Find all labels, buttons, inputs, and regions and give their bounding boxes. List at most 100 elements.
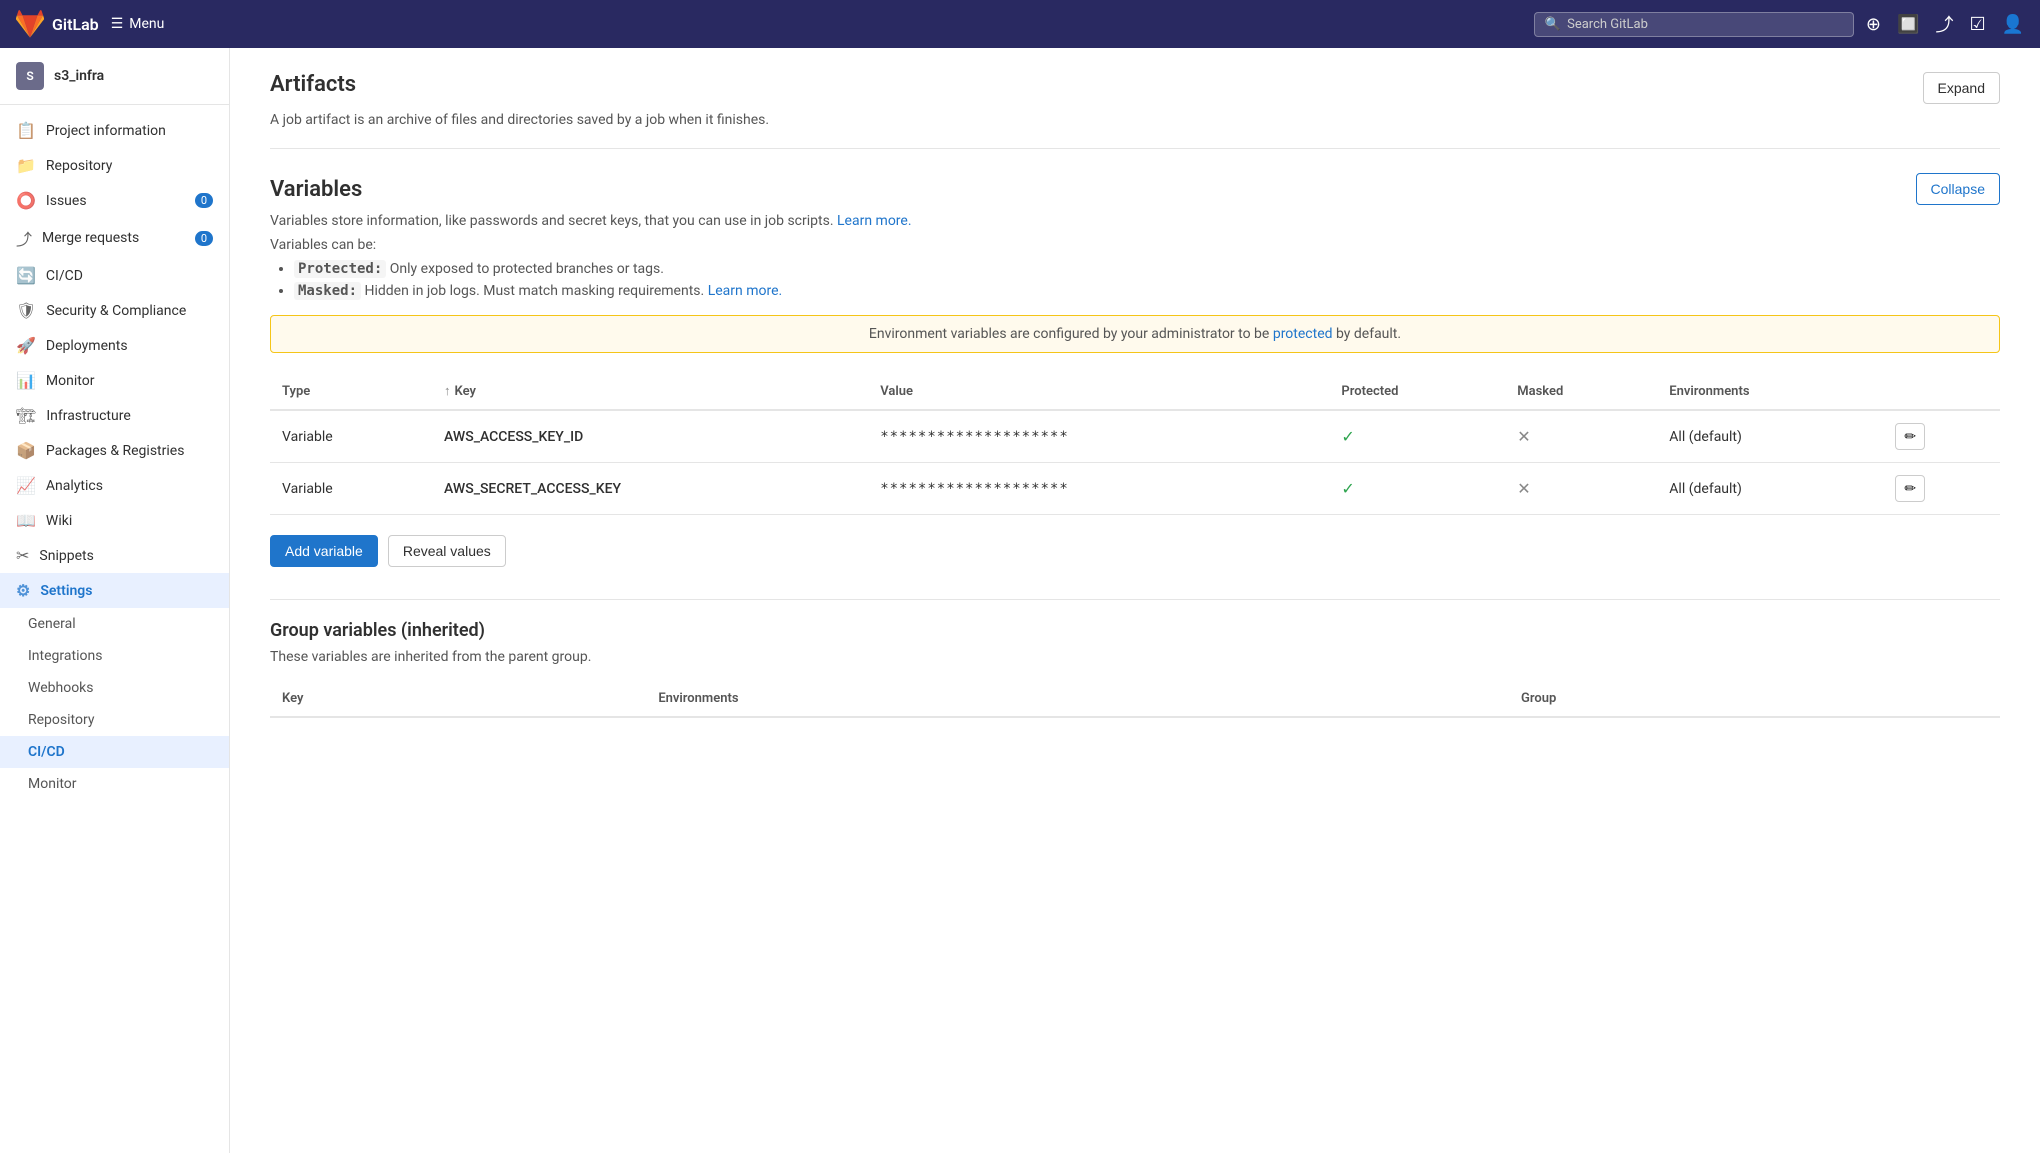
analytics-icon: 📈 bbox=[16, 476, 36, 495]
menu-button[interactable]: ☰ Menu bbox=[111, 16, 165, 32]
create-new-icon[interactable]: ⊕ bbox=[1866, 14, 1881, 35]
variables-header: Variables Collapse bbox=[270, 173, 2000, 205]
settings-icon: ⚙ bbox=[16, 581, 30, 600]
group-variables-description: These variables are inherited from the p… bbox=[270, 649, 2000, 665]
cell-type: Variable bbox=[270, 410, 432, 463]
col-key[interactable]: ↑ Key bbox=[432, 373, 868, 410]
cell-edit: ✏ bbox=[1883, 410, 2000, 463]
edit-variable-button[interactable]: ✏ bbox=[1895, 475, 1925, 502]
sidebar-item-repository[interactable]: 📁 Repository bbox=[0, 148, 229, 183]
cell-environments: All (default) bbox=[1657, 463, 1883, 515]
add-variable-button[interactable]: Add variable bbox=[270, 535, 378, 567]
cell-edit: ✏ bbox=[1883, 463, 2000, 515]
repository-icon: 📁 bbox=[16, 156, 36, 175]
variables-title: Variables bbox=[270, 177, 362, 202]
sidebar-item-security-compliance[interactable]: 🛡 Security & Compliance bbox=[0, 293, 229, 328]
issues-badge: 0 bbox=[195, 193, 213, 208]
group-col-environments: Environments bbox=[646, 681, 1509, 717]
masked-x-icon: ✕ bbox=[1517, 427, 1530, 446]
deployments-icon: 🚀 bbox=[16, 336, 36, 355]
sidebar-item-monitor-sub[interactable]: Monitor bbox=[0, 768, 229, 800]
masked-item: Masked: Hidden in job logs. Must match m… bbox=[294, 283, 2000, 299]
protected-label: Protected: bbox=[294, 260, 386, 278]
project-information-icon: 📋 bbox=[16, 121, 36, 140]
learn-more-link-2[interactable]: Learn more. bbox=[708, 283, 783, 299]
topnav-actions: ⊕ 🔲 ⤴ ☑ 👤 bbox=[1866, 11, 2024, 37]
sidebar-item-cicd-sub[interactable]: CI/CD bbox=[0, 736, 229, 768]
sidebar-item-cicd[interactable]: 🔄 CI/CD bbox=[0, 258, 229, 293]
masked-x-icon: ✕ bbox=[1517, 479, 1530, 498]
gitlab-wordmark: GitLab bbox=[52, 15, 99, 34]
topnav: GitLab ☰ Menu 🔍 Search GitLab ⊕ 🔲 ⤴ ☑ 👤 bbox=[0, 0, 2040, 48]
cell-protected: ✓ bbox=[1329, 410, 1505, 463]
sidebar-item-snippets[interactable]: ✂ Snippets bbox=[0, 538, 229, 573]
sidebar-item-analytics[interactable]: 📈 Analytics bbox=[0, 468, 229, 503]
sidebar-item-packages-registries[interactable]: 📦 Packages & Registries bbox=[0, 433, 229, 468]
group-variables-title: Group variables (inherited) bbox=[270, 620, 2000, 641]
sidebar-item-repository-sub[interactable]: Repository bbox=[0, 704, 229, 736]
artifacts-description: A job artifact is an archive of files an… bbox=[270, 112, 2000, 128]
col-value: Value bbox=[868, 373, 1329, 410]
infrastructure-icon: 🏗 bbox=[16, 406, 36, 425]
cell-value: ******************** bbox=[868, 463, 1329, 515]
sidebar-item-webhooks[interactable]: Webhooks bbox=[0, 672, 229, 704]
user-avatar-icon[interactable]: 👤 bbox=[2002, 14, 2024, 35]
sidebar-item-monitor[interactable]: 📊 Monitor bbox=[0, 363, 229, 398]
search-bar[interactable]: 🔍 Search GitLab bbox=[1534, 12, 1854, 37]
col-masked: Masked bbox=[1505, 373, 1657, 410]
table-row: Variable AWS_ACCESS_KEY_ID *************… bbox=[270, 410, 2000, 463]
packages-icon: 📦 bbox=[16, 441, 36, 460]
variables-table: Type ↑ Key Value Protected Masked Enviro… bbox=[270, 373, 2000, 515]
protected-check-icon: ✓ bbox=[1341, 427, 1354, 446]
protected-link[interactable]: protected bbox=[1273, 326, 1333, 342]
protected-check-icon: ✓ bbox=[1341, 479, 1354, 498]
reveal-values-button[interactable]: Reveal values bbox=[388, 535, 506, 567]
cell-value: ******************** bbox=[868, 410, 1329, 463]
table-row: Variable AWS_SECRET_ACCESS_KEY *********… bbox=[270, 463, 2000, 515]
sidebar-item-wiki[interactable]: 📖 Wiki bbox=[0, 503, 229, 538]
wiki-icon: 📖 bbox=[16, 511, 36, 530]
notice-box: Environment variables are configured by … bbox=[270, 315, 2000, 353]
variables-list: Protected: Only exposed to protected bra… bbox=[270, 261, 2000, 299]
cell-masked: ✕ bbox=[1505, 410, 1657, 463]
issues-icon[interactable]: 🔲 bbox=[1897, 14, 1919, 35]
learn-more-link-1[interactable]: Learn more. bbox=[837, 213, 912, 229]
col-environments: Environments bbox=[1657, 373, 1883, 410]
gitlab-logo[interactable]: GitLab bbox=[16, 10, 99, 38]
sidebar-nav: 📋 Project information 📁 Repository ⭕ Iss… bbox=[0, 105, 229, 808]
group-col-key: Key bbox=[270, 681, 646, 717]
cell-environments: All (default) bbox=[1657, 410, 1883, 463]
sidebar-item-general[interactable]: General bbox=[0, 608, 229, 640]
merge-requests-badge: 0 bbox=[195, 231, 213, 246]
artifacts-title: Artifacts bbox=[270, 72, 356, 97]
collapse-button[interactable]: Collapse bbox=[1916, 173, 2000, 205]
variables-actions: Add variable Reveal values bbox=[270, 535, 2000, 567]
cell-masked: ✕ bbox=[1505, 463, 1657, 515]
project-header: S s3_infra bbox=[0, 48, 229, 105]
monitor-icon: 📊 bbox=[16, 371, 36, 390]
col-actions bbox=[1883, 373, 2000, 410]
protected-item: Protected: Only exposed to protected bra… bbox=[294, 261, 2000, 277]
sidebar: S s3_infra 📋 Project information 📁 Repos… bbox=[0, 48, 230, 1153]
cell-type: Variable bbox=[270, 463, 432, 515]
expand-button[interactable]: Expand bbox=[1923, 72, 2000, 104]
snippets-icon: ✂ bbox=[16, 546, 29, 565]
sidebar-item-infrastructure[interactable]: 🏗 Infrastructure bbox=[0, 398, 229, 433]
sidebar-item-issues[interactable]: ⭕ Issues 0 bbox=[0, 183, 229, 218]
sidebar-item-merge-requests[interactable]: ⤴ Merge requests 0 bbox=[0, 218, 229, 258]
sort-up-icon: ↑ bbox=[444, 383, 451, 399]
avatar: S bbox=[16, 62, 44, 90]
sidebar-item-project-information[interactable]: 📋 Project information bbox=[0, 113, 229, 148]
sidebar-item-deployments[interactable]: 🚀 Deployments bbox=[0, 328, 229, 363]
search-icon: 🔍 bbox=[1545, 17, 1561, 32]
merge-requests-icon[interactable]: ⤴ bbox=[1935, 11, 1953, 37]
masked-label: Masked: bbox=[294, 282, 361, 300]
todo-icon[interactable]: ☑ bbox=[1969, 14, 1985, 35]
variables-can-be: Variables can be: bbox=[270, 237, 2000, 253]
sidebar-item-settings[interactable]: ⚙ Settings bbox=[0, 573, 229, 608]
sidebar-item-integrations[interactable]: Integrations bbox=[0, 640, 229, 672]
variables-section: Variables Collapse Variables store infor… bbox=[270, 173, 2000, 718]
project-name: s3_infra bbox=[54, 68, 104, 84]
edit-variable-button[interactable]: ✏ bbox=[1895, 423, 1925, 450]
security-icon: 🛡 bbox=[16, 301, 36, 320]
